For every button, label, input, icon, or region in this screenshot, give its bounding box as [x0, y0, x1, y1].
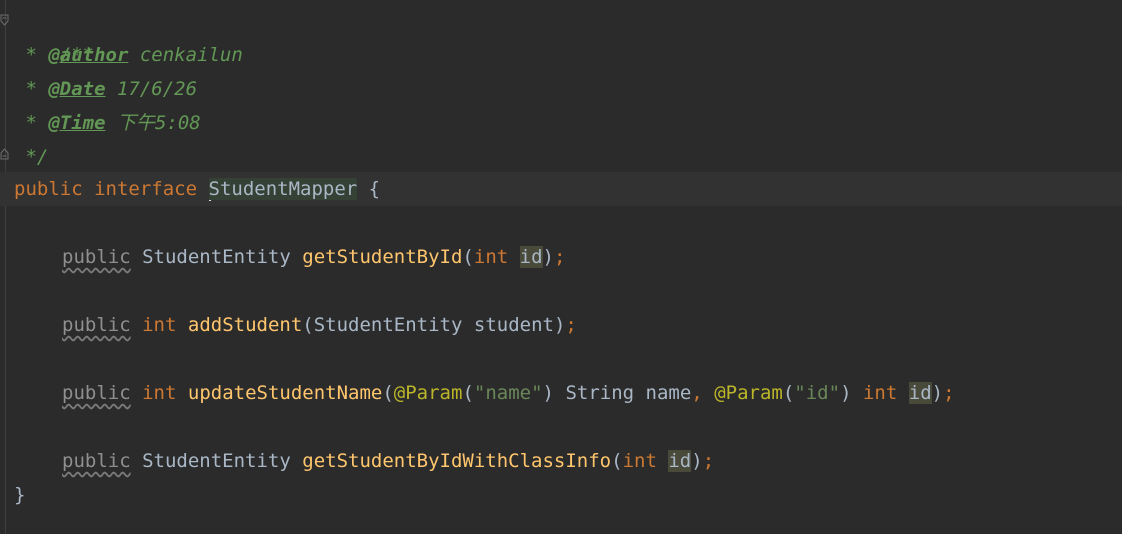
paren-open: (	[782, 382, 795, 404]
annotation: @Param	[714, 382, 783, 404]
paren-close: )	[840, 382, 852, 404]
fold-start-icon[interactable]	[0, 14, 9, 26]
param-name[interactable]: id	[908, 382, 932, 404]
fold-end-icon[interactable]	[0, 148, 9, 160]
param-type: String	[565, 382, 635, 404]
closing-brace: }	[14, 484, 26, 506]
annotation: @Param	[393, 382, 463, 404]
semicolon: ;	[565, 314, 577, 336]
doc-author-line: * @author cenkailun	[14, 38, 243, 72]
doc-comment-close: */	[14, 140, 48, 174]
public-modifier: public	[62, 246, 131, 268]
doc-star: *	[14, 78, 49, 100]
param-name[interactable]: name	[646, 382, 692, 404]
time-value: 下午5:08	[105, 112, 201, 134]
public-modifier: public	[62, 314, 131, 336]
author-value: cenkailun	[128, 44, 243, 66]
return-type: StudentEntity	[142, 246, 291, 268]
interface-name[interactable]: StudentMapper	[208, 178, 358, 200]
paren-close: )	[553, 314, 566, 336]
method-get-student-by-id: public StudentEntity getStudentById(int …	[62, 240, 565, 274]
return-type: StudentEntity	[142, 450, 291, 472]
param-type: int	[473, 246, 509, 268]
doc-time-line: * @Time 下午5:08	[14, 106, 201, 140]
return-type: int	[142, 314, 177, 336]
interface-declaration: public interface StudentMapper {	[14, 172, 380, 206]
param-name[interactable]: student	[474, 314, 554, 336]
semicolon: ;	[702, 450, 715, 472]
string-literal: "id"	[794, 382, 841, 404]
param-name[interactable]: id	[668, 450, 692, 472]
doc-star: *	[14, 112, 49, 134]
gutter-divider	[5, 0, 6, 534]
param-name[interactable]: id	[519, 246, 543, 268]
paren-close: )	[691, 450, 703, 472]
paren-close: )	[542, 382, 554, 404]
public-modifier: public	[62, 382, 131, 404]
paren-open: (	[462, 382, 474, 404]
param-type: int	[622, 450, 657, 472]
method-name[interactable]: updateStudentName	[188, 382, 382, 404]
interface-keyword: interface	[94, 178, 198, 200]
string-literal: "name"	[473, 382, 543, 404]
method-name[interactable]: getStudentByIdWithClassInfo	[302, 450, 611, 472]
doc-date-line: * @Date 17/6/26	[14, 72, 197, 106]
method-get-student-by-id-with-class-info: public StudentEntity getStudentByIdWithC…	[62, 444, 714, 478]
semicolon: ;	[943, 382, 955, 404]
code-editor[interactable]: /** * @author cenkailun * @Date 17/6/26 …	[0, 0, 1122, 534]
param-type: StudentEntity	[313, 314, 463, 336]
comma: ,	[691, 382, 703, 404]
semicolon: ;	[554, 246, 566, 268]
public-modifier: public	[62, 450, 131, 472]
param-type: int	[862, 382, 898, 404]
method-update-student-name: public int updateStudentName(@Param("nam…	[62, 376, 955, 410]
paren-close: )	[542, 246, 554, 268]
method-name[interactable]: getStudentById	[302, 246, 462, 268]
paren-close: )	[931, 382, 944, 404]
public-keyword: public	[14, 178, 83, 200]
date-value: 17/6/26	[105, 78, 198, 100]
time-tag: @Time	[48, 112, 106, 134]
paren-open: (	[302, 314, 314, 336]
paren-open: (	[462, 246, 474, 268]
doc-close-token: */	[14, 146, 49, 168]
doc-comment-open: /**	[14, 4, 94, 66]
doc-star: *	[14, 44, 49, 66]
method-add-student: public int addStudent(StudentEntity stud…	[62, 308, 577, 342]
method-name[interactable]: addStudent	[188, 314, 302, 336]
date-tag: @Date	[48, 78, 106, 100]
paren-open: (	[611, 450, 623, 472]
open-brace: {	[368, 178, 381, 200]
author-tag: @author	[48, 44, 129, 66]
return-type: int	[142, 382, 177, 404]
paren-open: (	[382, 382, 394, 404]
